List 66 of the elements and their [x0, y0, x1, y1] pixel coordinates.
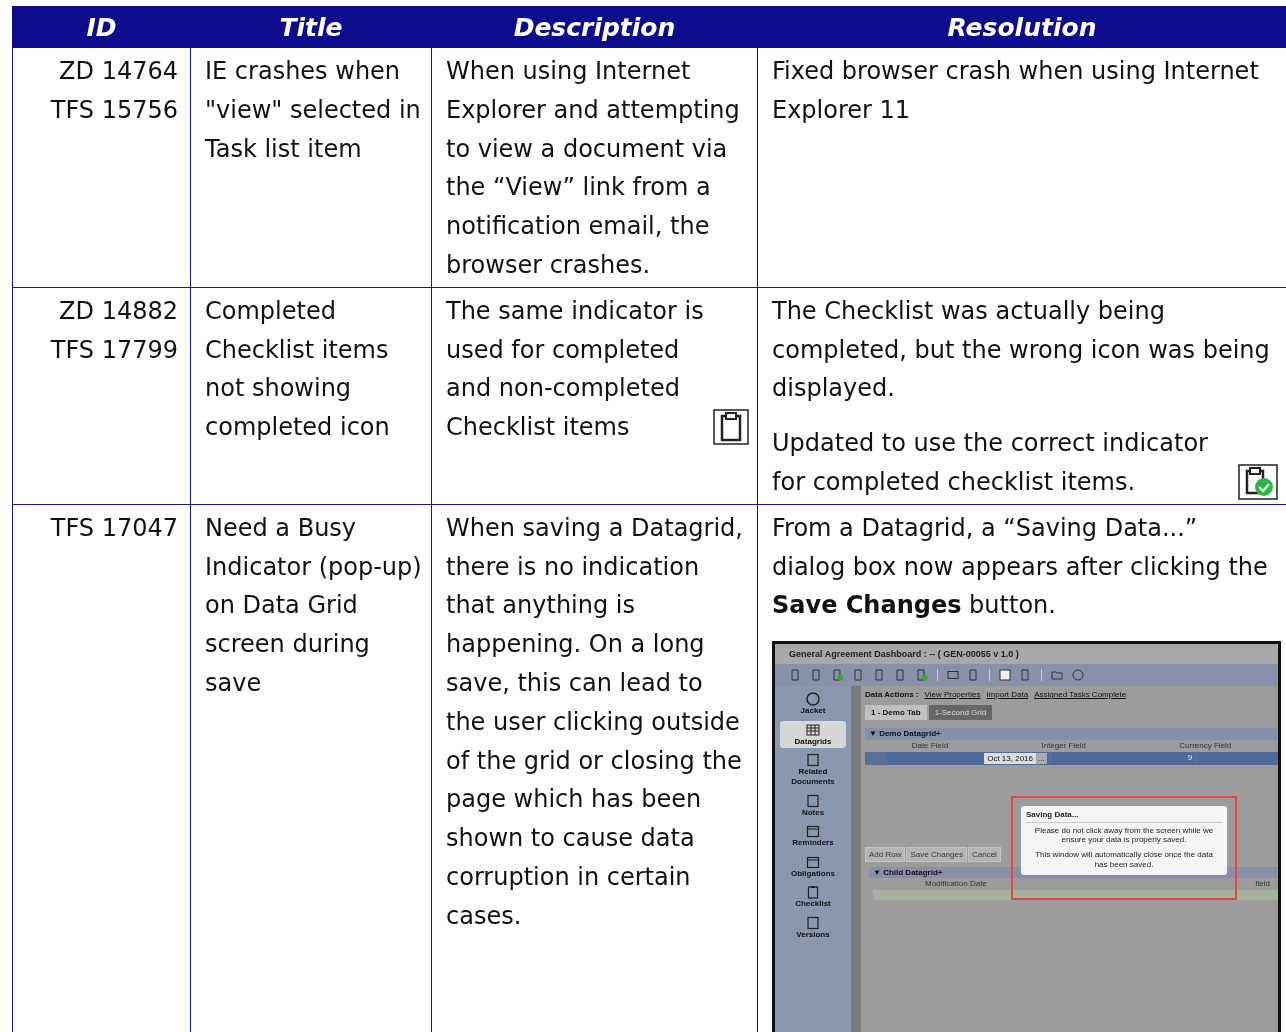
date-field[interactable]: Oct 13, 2016 — [984, 752, 1036, 764]
resolution-text: Fixed browser crash when using Internet Explorer 11 — [772, 57, 1259, 124]
issue-id: TFS 17799 — [49, 334, 178, 366]
resolution-text: From a Datagrid, a “Saving Data...” dialog box now appears after clicking the Save Changes button. — [772, 513, 1268, 620]
grid-icon — [806, 722, 820, 737]
sidebar-item[interactable]: Notes — [780, 791, 846, 820]
column-header: ID — [12, 6, 191, 48]
action-link[interactable]: Import Data — [986, 690, 1029, 700]
issue-id: TFS 15756 — [49, 94, 178, 126]
column-header: Integer Field — [1041, 740, 1086, 751]
action-link[interactable]: View Properties — [924, 690, 981, 700]
sidebar-item[interactable]: Datagrids — [780, 720, 846, 749]
page-icon[interactable] — [1020, 669, 1032, 682]
sidebar-item[interactable]: Versions — [780, 913, 846, 942]
column-header: Title — [190, 6, 432, 48]
actions-label: Data Actions : — [865, 690, 919, 700]
sidebar-item[interactable]: Reminders — [780, 822, 846, 850]
description-text: The same indicator is used for completed and non-completed Checklist items — [446, 295, 705, 444]
page-icon[interactable] — [874, 669, 886, 682]
page-icon[interactable] — [916, 669, 928, 682]
issue-title: Need a Busy Indicator (pop-up) on Data Grid screen during save — [205, 512, 423, 699]
tab[interactable]: 1-Second Grid — [928, 704, 993, 721]
description-text: When saving a Datagrid, there is no indication that anything is happening. On a long save, this can lead to the user clicking outside of the grid or closing the page which has been shown to cause data corruption in certain cases. — [446, 513, 743, 930]
grid-row[interactable]: Oct 13, 2016 ... 9 — [865, 751, 1278, 765]
column-header: Modification Date — [925, 879, 987, 889]
page-icon[interactable] — [968, 669, 980, 682]
column-header: Date Field — [911, 740, 949, 751]
info-icon — [806, 692, 820, 707]
dialog-message: Please do not click away from the screen while we ensure your data is properly saved. — [1033, 825, 1215, 845]
document-icon — [806, 753, 820, 768]
dialog-title: Saving Data... — [1026, 810, 1222, 823]
resolution-text: The Checklist was actually being completed, but the wrong icon was being displayed. — [772, 296, 1270, 403]
sidebar-item[interactable]: Obligations — [780, 852, 846, 881]
info-icon[interactable] — [1072, 669, 1084, 682]
column-header: Resolution — [757, 6, 1286, 48]
column-header: Currency Field — [1179, 740, 1232, 751]
issue-id: TFS 17047 — [49, 512, 178, 544]
sidebar-item[interactable]: Related Documents — [780, 751, 846, 789]
issue-title: Completed Checklist items not showing completed icon — [205, 295, 391, 444]
issue-id: ZD 14882 — [58, 295, 178, 327]
clipboard-icon — [713, 408, 749, 445]
issue-id: ZD 14764 — [58, 56, 178, 87]
page-icon[interactable] — [853, 669, 865, 682]
column-header: field — [1255, 879, 1270, 889]
document-icon — [806, 793, 820, 808]
window-title: General Agreement Dashboard : -- ( GEN-00055 v 1.0 ) — [775, 644, 1278, 665]
action-link[interactable]: Assigned Tasks Complete — [1034, 690, 1127, 700]
clipboard-check-icon — [1238, 463, 1278, 500]
sidebar-item[interactable]: Jacket — [780, 690, 846, 718]
date-picker-button[interactable]: ... — [1036, 752, 1047, 764]
mail-icon[interactable] — [947, 669, 959, 682]
resolution-text: Updated to use the correct indicator for completed checklist items. — [772, 428, 1209, 498]
integer-cell: 9 — [1050, 751, 1196, 765]
clipboard-icon — [806, 885, 820, 900]
sidebar-item[interactable]: Checklist — [780, 883, 846, 911]
document-icon — [806, 915, 820, 930]
page-icon[interactable] — [832, 669, 844, 682]
page-icon[interactable] — [895, 669, 907, 682]
calendar-icon — [806, 854, 820, 869]
description-text: When using Internet Explorer and attempting to view a document via the “View” link from a notification email, the browser crashes. — [446, 57, 740, 279]
issue-title: IE crashes when "view" selected in Task list item — [205, 56, 422, 165]
tab[interactable]: 1 - Demo Tab — [865, 704, 927, 721]
calendar-icon — [806, 824, 820, 839]
column-header: Description — [431, 6, 758, 48]
grid-header: ▼ Demo Datagrid+ — [865, 728, 1278, 740]
folder-icon[interactable] — [1051, 669, 1063, 682]
